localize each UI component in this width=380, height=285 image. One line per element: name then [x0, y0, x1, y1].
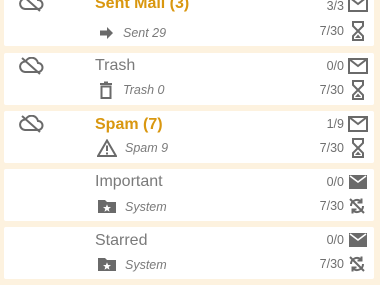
cloud-off-icon	[18, 0, 44, 12]
folder-subtitle: System	[125, 258, 167, 272]
envelope-filled-icon	[348, 232, 368, 248]
folder-name: Important	[95, 173, 163, 190]
envelope-outline-icon	[348, 116, 368, 132]
sync-date: 7/30	[319, 83, 344, 97]
message-count: 3/3	[326, 0, 344, 13]
folder-name: Starred	[95, 232, 148, 249]
sync-date: 7/30	[319, 257, 344, 271]
folder-row-important[interactable]: Important System 0/0 7/30	[4, 169, 374, 221]
warning-icon	[97, 139, 117, 157]
folder-subtitle: System	[125, 200, 167, 214]
envelope-filled-icon	[348, 174, 368, 190]
star-folder-icon	[97, 198, 117, 216]
message-count: 1/9	[326, 117, 344, 131]
message-count: 0/0	[326, 175, 344, 189]
envelope-outline-icon	[348, 58, 368, 74]
message-count: 0/0	[326, 233, 344, 247]
message-count: 0/0	[326, 59, 344, 73]
sync-date: 7/30	[319, 141, 344, 155]
folder-row-starred[interactable]: Starred System 0/0 7/30	[4, 227, 374, 279]
folder-subtitle: Sent 29	[123, 26, 167, 40]
sync-date: 7/30	[319, 24, 344, 38]
hourglass-icon	[350, 138, 366, 158]
folder-row-trash[interactable]: Trash Trash 0 0/0 7/30	[4, 53, 374, 105]
sync-date: 7/30	[319, 199, 344, 213]
folder-subtitle: Trash 0	[123, 83, 165, 97]
trash-icon	[97, 81, 115, 99]
cloud-off-icon	[18, 115, 44, 133]
star-folder-icon	[97, 256, 117, 274]
sync-off-icon	[348, 255, 366, 275]
folder-list: Sent Mail (3) Sent 29 3/3 7/30 Trash Tra…	[0, 0, 380, 285]
envelope-outline-icon	[348, 0, 368, 12]
arrow-right-icon	[97, 24, 115, 42]
folder-row-sent-mail[interactable]: Sent Mail (3) Sent 29 3/3 7/30	[4, 0, 374, 46]
hourglass-icon	[350, 21, 366, 41]
hourglass-icon	[350, 80, 366, 100]
folder-name: Spam (7)	[95, 116, 163, 133]
folder-subtitle: Spam 9	[125, 141, 169, 155]
sync-off-icon	[348, 197, 366, 217]
folder-name: Trash	[95, 57, 136, 74]
folder-name: Sent Mail (3)	[95, 0, 190, 12]
folder-row-spam[interactable]: Spam (7) Spam 9 1/9 7/30	[4, 111, 374, 163]
cloud-off-icon	[18, 57, 44, 75]
